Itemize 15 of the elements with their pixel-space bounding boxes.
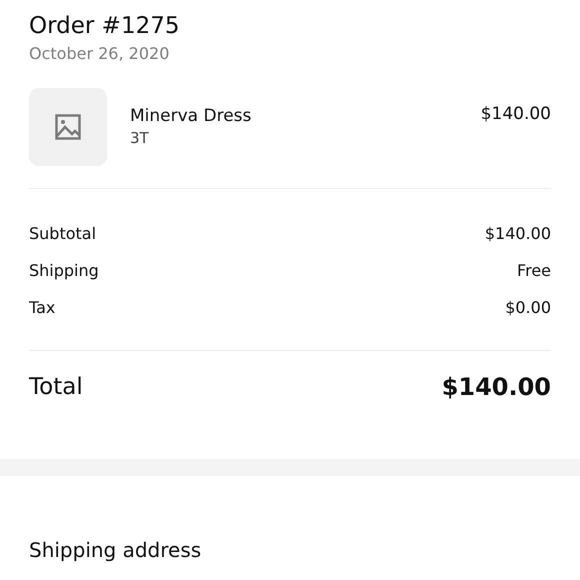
section-heading: Shipping address <box>29 538 202 562</box>
total-value: $140.00 <box>442 373 551 401</box>
product-variant: 3T <box>130 128 150 148</box>
image-placeholder-icon <box>55 114 81 140</box>
product-price: $140.00 <box>480 104 551 124</box>
summary-value: $0.00 <box>505 298 551 317</box>
summary-label: Shipping <box>29 261 99 280</box>
order-title: Order #1275 <box>29 12 180 41</box>
summary-value: Free <box>517 261 551 280</box>
total-label: Total <box>29 374 83 400</box>
order-date: October 26, 2020 <box>29 43 170 65</box>
summary-value: $140.00 <box>484 224 551 243</box>
summary-label: Subtotal <box>29 224 96 243</box>
product-name: Minerva Dress <box>130 105 252 128</box>
summary-label: Tax <box>29 298 56 317</box>
